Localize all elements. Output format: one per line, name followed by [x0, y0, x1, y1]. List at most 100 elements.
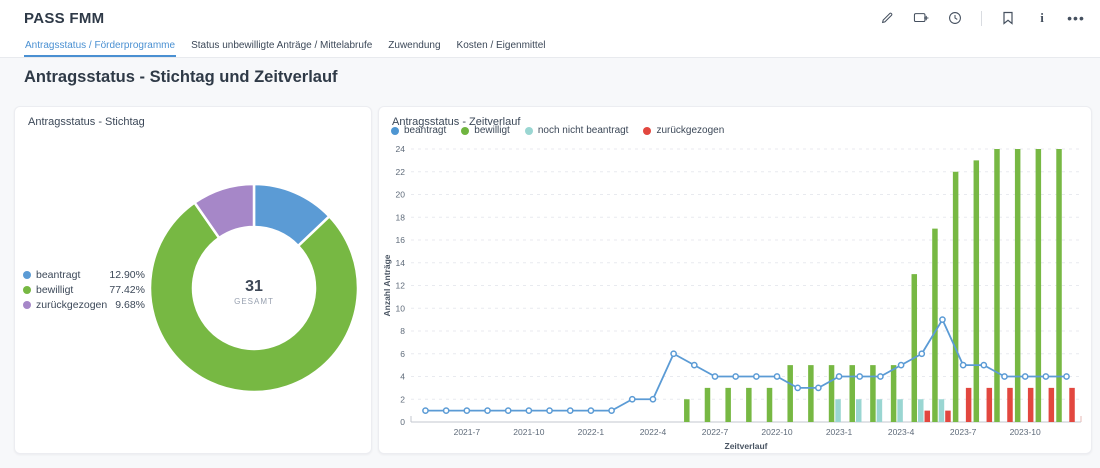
bar-noch-nicht-beantragt-2023-6[interactable]: [939, 399, 945, 422]
line-marker-beantragt-2021-5[interactable]: [423, 408, 428, 413]
bar-bewilligt-2022-11[interactable]: [787, 365, 793, 422]
bar-bewilligt-2023-4[interactable]: [891, 365, 897, 422]
bar-bewilligt-2023-5[interactable]: [912, 274, 918, 422]
bar-bewilligt-2023-2[interactable]: [849, 365, 855, 422]
y-tick-label: 10: [396, 303, 406, 313]
y-tick-label: 0: [400, 417, 405, 427]
line-marker-beantragt-2022-6[interactable]: [692, 363, 697, 368]
bar-zurückgezogen-2023-11[interactable]: [1049, 388, 1055, 422]
line-marker-beantragt-2023-3[interactable]: [878, 374, 883, 379]
app-title: PASS FMM: [24, 10, 104, 27]
tab-zuwendung[interactable]: Zuwendung: [387, 40, 441, 57]
y-tick-label: 18: [396, 212, 406, 222]
line-marker-beantragt-2022-9[interactable]: [754, 374, 759, 379]
line-marker-beantragt-2022-4[interactable]: [650, 397, 655, 402]
x-tick-label: 2022-7: [702, 427, 729, 437]
donut-center-value: 31: [245, 278, 263, 295]
x-tick-label: 2023-7: [950, 427, 977, 437]
line-marker-beantragt-2022-1[interactable]: [588, 408, 593, 413]
tab-status-unbewilligte-antraege[interactable]: Status unbewilligte Anträge / Mittelabru…: [190, 40, 373, 57]
line-marker-beantragt-2021-9[interactable]: [506, 408, 511, 413]
bookmark-icon[interactable]: [1000, 10, 1016, 26]
bar-noch-nicht-beantragt-2023-4[interactable]: [897, 399, 903, 422]
y-axis-title: Anzahl Anträge: [382, 254, 392, 316]
bar-bewilligt-2023-7[interactable]: [953, 172, 959, 422]
line-marker-beantragt-2022-5[interactable]: [671, 351, 676, 356]
history-icon[interactable]: [947, 10, 963, 26]
line-marker-beantragt-2023-1[interactable]: [836, 374, 841, 379]
edit-icon[interactable]: [879, 10, 895, 26]
y-tick-label: 8: [400, 326, 405, 336]
line-marker-beantragt-2023-2[interactable]: [857, 374, 862, 379]
bar-noch-nicht-beantragt-2023-2[interactable]: [856, 399, 862, 422]
bar-bewilligt-2022-7[interactable]: [705, 388, 711, 422]
line-marker-beantragt-2021-8[interactable]: [485, 408, 490, 413]
donut-card: Antragsstatus - Stichtag beantragt12.90%…: [14, 106, 372, 454]
line-marker-beantragt-2021-7[interactable]: [464, 408, 469, 413]
line-marker-beantragt-2023-6[interactable]: [940, 317, 945, 322]
line-marker-beantragt-2023-8[interactable]: [981, 363, 986, 368]
bar-bewilligt-2022-6[interactable]: [684, 399, 690, 422]
y-tick-label: 14: [396, 258, 406, 268]
bar-zurückgezogen-2023-7[interactable]: [966, 388, 972, 422]
bar-bewilligt-2022-9[interactable]: [746, 388, 752, 422]
y-tick-label: 16: [396, 235, 406, 245]
line-marker-beantragt-2023-4[interactable]: [898, 363, 903, 368]
line-marker-beantragt-2023-10[interactable]: [1023, 374, 1028, 379]
line-marker-beantragt-2021-12[interactable]: [568, 408, 573, 413]
x-tick-label: 2023-10: [1010, 427, 1041, 437]
bar-zurückgezogen-2023-9[interactable]: [1007, 388, 1013, 422]
bar-bewilligt-2023-1[interactable]: [829, 365, 835, 422]
line-marker-beantragt-2023-5[interactable]: [919, 351, 924, 356]
bar-bewilligt-2023-8[interactable]: [974, 160, 980, 422]
bar-bewilligt-2023-11[interactable]: [1036, 149, 1042, 422]
donut-center-label: GESAMT: [234, 297, 274, 306]
bar-zurückgezogen-2023-12[interactable]: [1069, 388, 1075, 422]
tab-bar: Antragsstatus / Förderprogramme Status u…: [0, 36, 1100, 58]
line-marker-beantragt-2023-9[interactable]: [1002, 374, 1007, 379]
line-marker-beantragt-2023-11[interactable]: [1043, 374, 1048, 379]
line-marker-beantragt-2022-2[interactable]: [609, 408, 614, 413]
page-title: Antragsstatus - Stichtag und Zeitverlauf: [24, 68, 338, 87]
bar-bewilligt-2023-6[interactable]: [932, 229, 938, 422]
line-marker-beantragt-2022-3[interactable]: [630, 397, 635, 402]
x-tick-label: 2021-7: [454, 427, 481, 437]
bar-bewilligt-2023-10[interactable]: [1015, 149, 1021, 422]
bar-noch-nicht-beantragt-2023-5[interactable]: [918, 399, 924, 422]
bar-bewilligt-2023-12[interactable]: [1056, 149, 1062, 422]
line-marker-beantragt-2021-11[interactable]: [547, 408, 552, 413]
timeline-chart: 024681012141618202224Anzahl Anträge2021-…: [379, 107, 1093, 455]
bar-bewilligt-2023-3[interactable]: [870, 365, 876, 422]
header-divider: [981, 11, 982, 26]
line-marker-beantragt-2021-6[interactable]: [444, 408, 449, 413]
timeline-card: Antragsstatus - Zeitverlauf beantragtbew…: [378, 106, 1092, 454]
line-marker-beantragt-2023-12[interactable]: [1064, 374, 1069, 379]
bar-zurückgezogen-2023-10[interactable]: [1028, 388, 1034, 422]
y-tick-label: 20: [396, 190, 406, 200]
x-tick-label: 2022-4: [640, 427, 667, 437]
line-marker-beantragt-2022-7[interactable]: [712, 374, 717, 379]
bar-noch-nicht-beantragt-2023-1[interactable]: [835, 399, 841, 422]
line-marker-beantragt-2023-7[interactable]: [961, 363, 966, 368]
bar-zurückgezogen-2023-6[interactable]: [945, 411, 951, 422]
donut-chart: 31 GESAMT: [15, 107, 373, 455]
tab-kosten-eigenmittel[interactable]: Kosten / Eigenmittel: [456, 40, 547, 57]
line-marker-beantragt-2022-12[interactable]: [816, 385, 821, 390]
tab-antragsstatus-foerderprogramme[interactable]: Antragsstatus / Förderprogramme: [24, 40, 176, 57]
export-icon[interactable]: [913, 10, 929, 26]
bar-bewilligt-2022-10[interactable]: [767, 388, 773, 422]
more-icon[interactable]: •••: [1068, 10, 1084, 26]
info-icon[interactable]: i: [1034, 10, 1050, 26]
line-marker-beantragt-2022-8[interactable]: [733, 374, 738, 379]
bar-zurückgezogen-2023-8[interactable]: [987, 388, 993, 422]
bar-bewilligt-2023-9[interactable]: [994, 149, 1000, 422]
bar-bewilligt-2022-12[interactable]: [808, 365, 814, 422]
x-tick-label: 2023-4: [888, 427, 915, 437]
bar-noch-nicht-beantragt-2023-3[interactable]: [877, 399, 883, 422]
line-marker-beantragt-2022-11[interactable]: [795, 385, 800, 390]
line-marker-beantragt-2021-10[interactable]: [526, 408, 531, 413]
x-tick-label: 2023-1: [826, 427, 853, 437]
bar-bewilligt-2022-8[interactable]: [725, 388, 731, 422]
bar-zurückgezogen-2023-5[interactable]: [925, 411, 931, 422]
line-marker-beantragt-2022-10[interactable]: [774, 374, 779, 379]
